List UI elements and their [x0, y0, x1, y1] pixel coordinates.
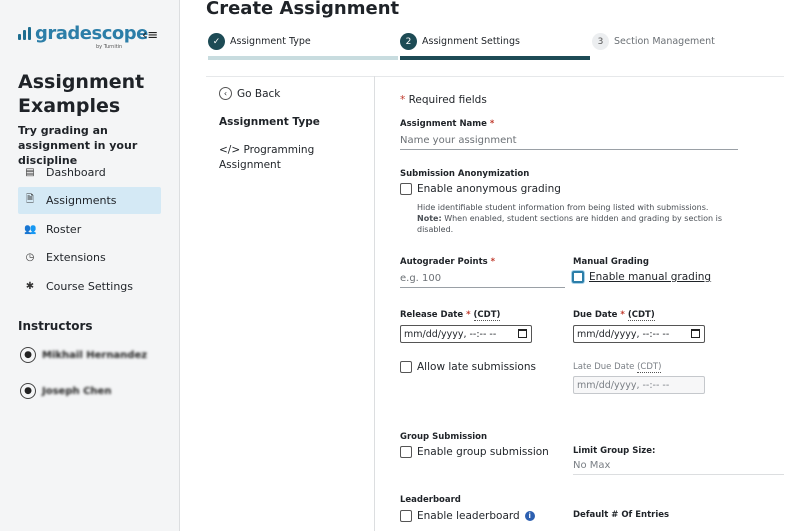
divider — [374, 76, 375, 531]
checkbox[interactable] — [572, 271, 584, 283]
step-section-management: 3 Section Management — [592, 33, 715, 50]
assignment-name-input[interactable] — [400, 134, 738, 150]
gradescope-logo[interactable]: gradescope by Turnitin — [18, 23, 148, 50]
sidebar-item-label: Assignments — [46, 194, 117, 207]
divider — [206, 76, 784, 77]
sidebar-item-assignments[interactable]: 🗎 Assignments — [18, 187, 161, 214]
check-icon: ✓ — [208, 33, 225, 50]
sidebar-item-dashboard[interactable]: ▤ Dashboard — [18, 159, 161, 186]
release-date-input[interactable]: mm/dd/yyyy, --:-- -- — [400, 325, 532, 343]
anonymous-description: Hide identifiable student information fr… — [417, 203, 723, 234]
info-icon[interactable]: i — [524, 511, 535, 521]
course-title: Assignment Examples — [18, 71, 145, 117]
roster-icon: 👥 — [24, 224, 37, 235]
checkbox[interactable] — [400, 510, 412, 522]
assignments-icon: 🗎 — [25, 194, 35, 205]
sidebar-item-label: Extensions — [46, 251, 106, 264]
step-label: Assignment Settings — [422, 36, 520, 47]
logo-byline: by Turnitin — [96, 44, 123, 50]
required-note: * Required fields — [400, 94, 487, 106]
sidebar-item-label: Roster — [46, 223, 82, 236]
manual-grading-label: Manual Grading — [573, 257, 649, 267]
allow-late-submissions-checkbox[interactable]: Allow late submissions — [400, 361, 536, 373]
anonymous-grading-checkbox[interactable]: Enable anonymous grading — [400, 183, 561, 195]
checkbox[interactable] — [400, 446, 412, 458]
manual-grading-checkbox[interactable]: Enable manual grading — [572, 271, 711, 283]
instructor-name: Joseph Chen — [42, 385, 112, 397]
release-date-label: Release Date * (CDT) — [400, 310, 501, 321]
step-label: Section Management — [614, 36, 715, 47]
autograder-points-label: Autograder Points * — [400, 257, 496, 267]
late-due-date-label: Late Due Date (CDT) — [573, 362, 662, 373]
collapse-sidebar-button[interactable]: ‹≡ — [142, 28, 158, 43]
menu-icon: ≡ — [147, 28, 159, 43]
step-label: Assignment Type — [230, 36, 311, 47]
step-assignment-type: ✓ Assignment Type — [208, 33, 311, 50]
group-submission-checkbox[interactable]: Enable group submission — [400, 446, 549, 458]
autograder-points-input[interactable] — [400, 272, 565, 288]
instructors-heading: Instructors — [18, 319, 93, 333]
assignment-name-label: Assignment Name * — [400, 119, 495, 129]
late-due-date-input: mm/dd/yyyy, --:-- -- — [573, 376, 705, 394]
assignment-type-value: </> Programming Assignment — [219, 144, 315, 171]
sidebar-item-extensions[interactable]: ◷ Extensions — [18, 244, 161, 271]
logo-text: gradescope — [35, 23, 148, 44]
sidebar-item-label: Dashboard — [46, 166, 106, 179]
step-number: 3 — [592, 33, 609, 50]
sidebar-item-course-settings[interactable]: ✱ Course Settings — [18, 273, 161, 300]
limit-group-size-label: Limit Group Size: — [573, 446, 656, 456]
limit-group-size-input: No Max — [573, 460, 784, 475]
go-back-button[interactable]: ‹ Go Back — [219, 87, 280, 100]
user-avatar-icon: ● — [20, 383, 36, 399]
due-date-input[interactable]: mm/dd/yyyy, --:-- -- — [573, 325, 705, 343]
checkbox[interactable] — [400, 183, 412, 195]
default-entries-label: Default # Of Entries — [573, 510, 670, 520]
go-back-label: Go Back — [237, 87, 281, 100]
checkbox[interactable] — [400, 361, 412, 373]
assignment-type-heading: Assignment Type — [219, 116, 320, 128]
step-number: 2 — [400, 33, 417, 50]
clock-icon: ◷ — [25, 252, 35, 263]
progress-segment-current — [400, 56, 590, 60]
dashboard-icon: ▤ — [25, 167, 35, 178]
step-assignment-settings: 2 Assignment Settings — [400, 33, 520, 50]
sidebar-item-roster[interactable]: 👥 Roster — [18, 216, 161, 243]
gear-icon: ✱ — [25, 281, 35, 292]
progress-segment-done — [208, 56, 398, 60]
instructor-item[interactable]: ● Joseph Chen — [20, 383, 111, 399]
chevron-left-icon: ‹ — [219, 87, 232, 100]
leaderboard-checkbox[interactable]: Enable leaderboard i — [400, 510, 535, 522]
group-submission-label: Group Submission — [400, 432, 488, 442]
due-date-label: Due Date * (CDT) — [573, 310, 655, 321]
leaderboard-label: Leaderboard — [400, 495, 461, 505]
instructor-name: Mikhail Hernandez — [42, 349, 148, 361]
sidebar: gradescope by Turnitin ‹≡ Assignment Exa… — [0, 0, 180, 531]
page-title: Create Assignment — [206, 0, 400, 19]
user-avatar-icon: ● — [20, 347, 36, 363]
calendar-icon[interactable] — [518, 329, 527, 338]
calendar-icon[interactable] — [691, 329, 700, 338]
sidebar-item-label: Course Settings — [46, 280, 134, 293]
instructor-item[interactable]: ● Mikhail Hernandez — [20, 347, 147, 363]
anonymization-label: Submission Anonymization — [400, 169, 530, 179]
logo-bars-icon — [18, 27, 31, 40]
